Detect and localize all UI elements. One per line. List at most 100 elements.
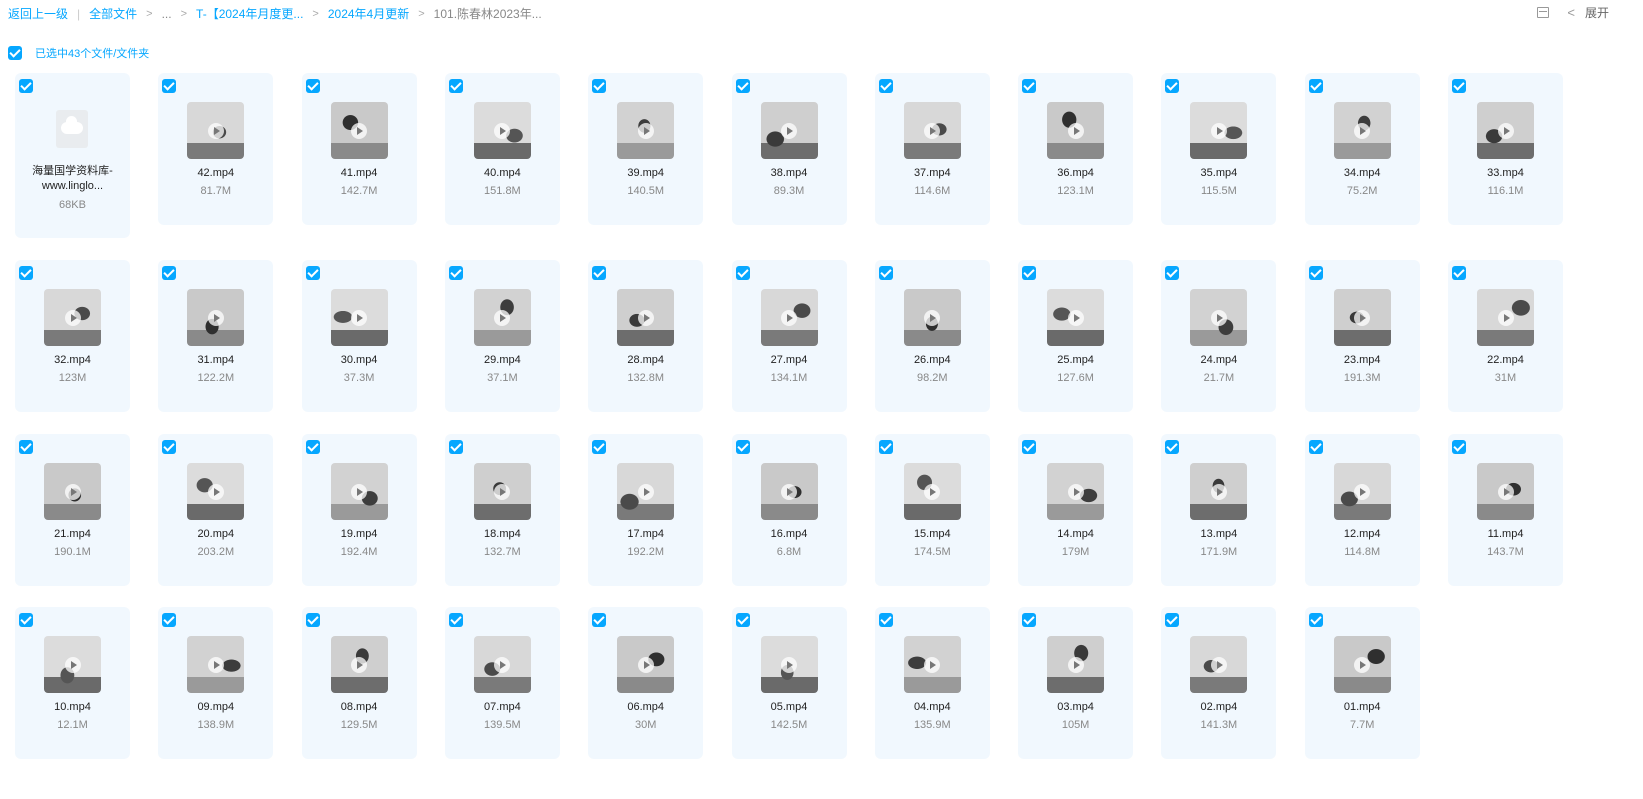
breadcrumb-folder-2[interactable]: 2024年4月更新 [328,5,409,22]
back-link[interactable]: 返回上一级 [8,5,68,22]
file-card[interactable]: 21.mp4 190.1M [15,434,130,586]
file-checkbox[interactable] [735,79,750,93]
file-checkbox[interactable] [448,613,463,627]
file-card[interactable]: 33.mp4 116.1M [1448,73,1563,225]
file-card[interactable]: 05.mp4 142.5M [731,607,847,759]
file-name: 13.mp4 [1200,528,1238,540]
file-checkbox[interactable] [592,266,607,280]
file-card[interactable]: 26.mp4 98.2M [874,260,990,412]
breadcrumb-ellipsis[interactable]: ... [162,7,172,21]
file-card[interactable]: 11.mp4 143.7M [1448,434,1563,586]
breadcrumb-all-files[interactable]: 全部文件 [89,5,137,22]
file-card[interactable]: 02.mp4 141.3M [1161,607,1277,759]
file-checkbox[interactable] [448,440,463,454]
file-card[interactable]: 07.mp4 139.5M [444,607,560,759]
file-card[interactable]: 10.mp4 12.1M [15,607,130,759]
file-checkbox[interactable] [735,440,750,454]
file-card[interactable]: 22.mp4 31M [1448,260,1563,412]
file-card[interactable]: 23.mp4 191.3M [1304,260,1420,412]
file-checkbox[interactable] [305,613,320,627]
file-checkbox[interactable] [1308,79,1323,93]
file-name: 10.mp4 [54,701,91,713]
file-checkbox[interactable] [19,79,33,93]
file-card[interactable]: 27.mp4 134.1M [731,260,847,412]
file-checkbox[interactable] [592,440,607,454]
file-checkbox[interactable] [19,613,33,627]
file-checkbox[interactable] [162,440,177,454]
file-checkbox[interactable] [735,266,750,280]
file-card[interactable]: 28.mp4 132.8M [588,260,704,412]
file-checkbox[interactable] [162,266,177,280]
file-checkbox[interactable] [1308,266,1323,280]
file-checkbox[interactable] [1022,613,1037,627]
file-card[interactable]: 31.mp4 122.2M [158,260,274,412]
file-checkbox[interactable] [305,266,320,280]
file-checkbox[interactable] [448,266,463,280]
expand-button[interactable]: 展开 [1585,4,1609,21]
file-checkbox[interactable] [448,79,463,93]
file-checkbox[interactable] [1452,79,1466,93]
file-card[interactable]: 16.mp4 6.8M [731,434,847,586]
file-card[interactable]: 15.mp4 174.5M [874,434,990,586]
file-checkbox[interactable] [878,79,893,93]
file-checkbox[interactable] [305,440,320,454]
file-card[interactable]: 01.mp4 7.7M [1304,607,1420,759]
file-card[interactable]: 09.mp4 138.9M [158,607,274,759]
file-card[interactable]: 03.mp4 105M [1018,607,1134,759]
file-card[interactable]: 30.mp4 37.3M [301,260,417,412]
file-card[interactable]: 41.mp4 142.7M [301,73,417,225]
file-card[interactable]: 19.mp4 192.4M [301,434,417,586]
file-checkbox[interactable] [592,79,607,93]
file-checkbox[interactable] [878,613,893,627]
file-checkbox[interactable] [1452,440,1466,454]
file-card[interactable]: 38.mp4 89.3M [731,73,847,225]
file-card[interactable]: 17.mp4 192.2M [588,434,704,586]
file-checkbox[interactable] [1452,266,1466,280]
file-checkbox[interactable] [1165,266,1180,280]
breadcrumb-folder-1[interactable]: T-【2024年月度更... [196,5,303,22]
file-card[interactable]: 18.mp4 132.7M [444,434,560,586]
file-card[interactable]: 34.mp4 75.2M [1304,73,1420,225]
file-checkbox[interactable] [1165,440,1180,454]
file-checkbox[interactable] [878,266,893,280]
file-checkbox[interactable] [162,613,177,627]
file-card[interactable]: 36.mp4 123.1M [1018,73,1134,225]
file-card[interactable]: 20.mp4 203.2M [158,434,274,586]
file-size: 190.1M [54,546,91,558]
file-card[interactable]: 37.mp4 114.6M [874,73,990,225]
file-card[interactable]: 14.mp4 179M [1018,434,1134,586]
file-checkbox[interactable] [592,613,607,627]
file-checkbox[interactable] [878,440,893,454]
file-card[interactable]: 40.mp4 151.8M [444,73,560,225]
file-card[interactable]: 海量国学资料库-www.linglo... 68KB [15,73,130,238]
file-card[interactable]: 32.mp4 123M [15,260,130,412]
select-all-checkbox[interactable] [8,46,22,60]
file-checkbox[interactable] [1165,613,1180,627]
file-card[interactable]: 12.mp4 114.8M [1304,434,1420,586]
file-checkbox[interactable] [1022,79,1037,93]
file-card[interactable]: 29.mp4 37.1M [444,260,560,412]
play-icon [351,309,368,326]
file-card[interactable]: 04.mp4 135.9M [874,607,990,759]
file-checkbox[interactable] [305,79,320,93]
file-card[interactable]: 35.mp4 115.5M [1161,73,1277,225]
file-checkbox[interactable] [1308,613,1323,627]
chevron-left-icon[interactable]: < [1567,5,1575,20]
file-checkbox[interactable] [1308,440,1323,454]
file-checkbox[interactable] [162,79,177,93]
file-card[interactable]: 06.mp4 30M [588,607,704,759]
file-card[interactable]: 24.mp4 21.7M [1161,260,1277,412]
file-card[interactable]: 13.mp4 171.9M [1161,434,1277,586]
file-checkbox[interactable] [19,440,33,454]
list-view-icon[interactable] [1537,7,1550,18]
file-card[interactable]: 42.mp4 81.7M [158,73,274,225]
file-card[interactable]: 39.mp4 140.5M [588,73,704,225]
file-card[interactable]: 08.mp4 129.5M [301,607,417,759]
file-card[interactable]: 25.mp4 127.6M [1018,260,1134,412]
file-checkbox[interactable] [19,266,33,280]
file-checkbox[interactable] [1022,266,1037,280]
video-thumbnail [44,636,101,693]
file-checkbox[interactable] [735,613,750,627]
file-checkbox[interactable] [1165,79,1180,93]
file-checkbox[interactable] [1022,440,1037,454]
